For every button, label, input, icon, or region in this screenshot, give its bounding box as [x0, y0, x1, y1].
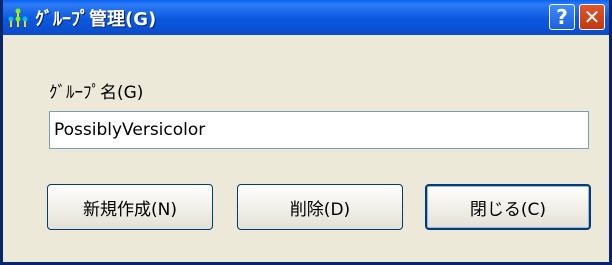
- help-button[interactable]: ?: [549, 4, 575, 30]
- help-icon: ?: [556, 5, 568, 29]
- group-name-label: ｸﾞﾙｰﾌﾟ名(G): [49, 83, 144, 103]
- close-button[interactable]: 閉じる(C): [425, 184, 591, 230]
- group-management-dialog: ｸﾞﾙｰﾌﾟ管理(G) ? ✕ ｸﾞﾙｰﾌﾟ名(G) PossiblyVersi…: [0, 0, 612, 265]
- delete-group-button-label: 削除(D): [289, 199, 351, 220]
- title-bar[interactable]: ｸﾞﾙｰﾌﾟ管理(G) ? ✕: [3, 0, 609, 35]
- group-name-input[interactable]: PossiblyVersicolor: [49, 111, 589, 149]
- group-network-icon: [7, 7, 29, 29]
- delete-group-button[interactable]: 削除(D): [237, 184, 403, 230]
- new-group-button-label: 新規作成(N): [83, 199, 177, 220]
- new-group-button[interactable]: 新規作成(N): [47, 184, 213, 230]
- close-window-button[interactable]: ✕: [579, 4, 605, 30]
- window-title: ｸﾞﾙｰﾌﾟ管理(G): [35, 8, 157, 30]
- close-icon: ✕: [583, 5, 601, 29]
- close-button-label: 閉じる(C): [469, 199, 547, 220]
